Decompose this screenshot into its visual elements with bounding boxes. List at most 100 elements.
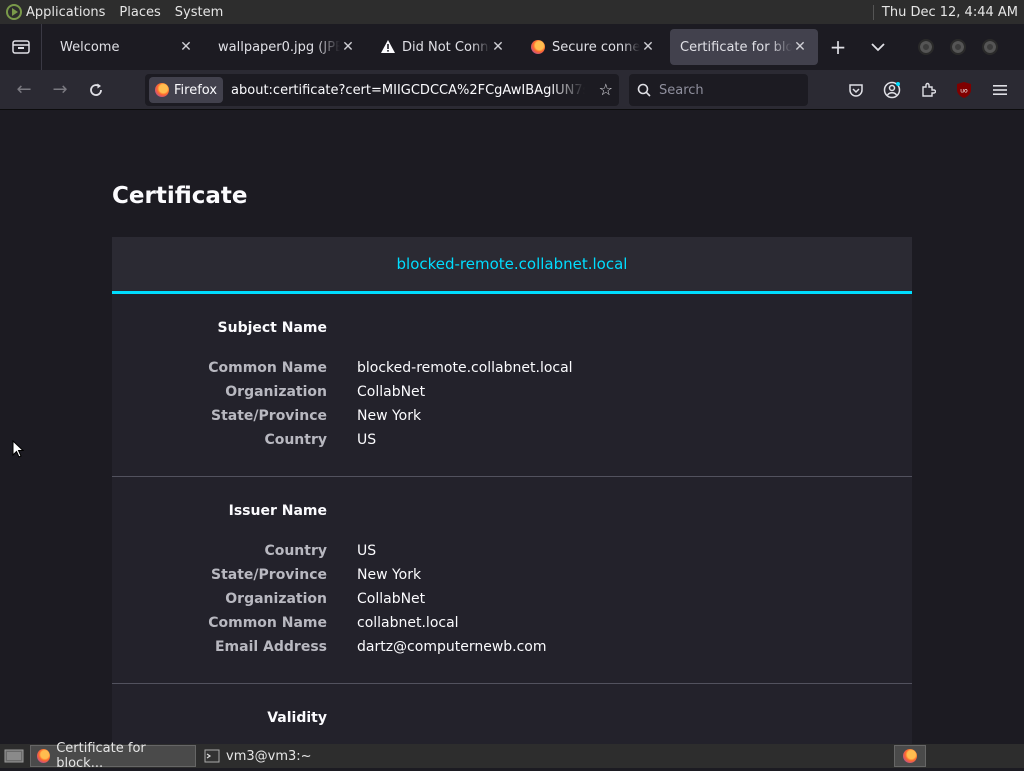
tab-secure-connection[interactable]: Secure connection ✕ (520, 29, 666, 65)
navigation-toolbar: ← → Firefox about:certificate?cert=MIIGC… (0, 70, 1024, 110)
maximize-button[interactable] (950, 39, 966, 55)
info-row: State/Province New York (112, 404, 912, 428)
close-icon[interactable]: ✕ (640, 39, 656, 55)
info-key: State/Province (211, 567, 327, 583)
tab-did-not-connect[interactable]: Did Not Connect ✕ (370, 29, 516, 65)
page-title: Certificate (112, 183, 248, 209)
identity-label: Firefox (174, 82, 218, 98)
forward-button[interactable]: → (42, 74, 78, 106)
info-key: Country (264, 432, 327, 448)
firefox-view-button[interactable] (0, 24, 42, 70)
validity-section: Validity (112, 684, 912, 744)
places-menu-label: Places (119, 4, 161, 20)
taskbar-item-terminal[interactable]: vm3@vm3:~ (198, 745, 318, 767)
tab-certificate-subject[interactable]: blocked-remote.collabnet.local (112, 237, 912, 294)
system-menu-label: System (174, 4, 224, 20)
info-key: Organization (225, 384, 327, 400)
info-row: Organization CollabNet (112, 380, 912, 404)
terminal-icon (204, 749, 220, 763)
certificate-card: blocked-remote.collabnet.local Subject N… (112, 237, 912, 744)
info-key: Organization (225, 591, 327, 607)
hamburger-icon (993, 85, 1007, 95)
info-value: CollabNet (357, 384, 426, 400)
pocket-button[interactable] (844, 78, 868, 102)
pocket-icon (849, 84, 863, 97)
firefox-view-icon (11, 40, 30, 54)
ublock-button[interactable]: uo (952, 78, 976, 102)
ublock-icon: uo (957, 82, 971, 98)
info-key: Common Name (208, 360, 327, 376)
info-key: Common Name (208, 615, 327, 631)
puzzle-icon (922, 82, 936, 97)
reload-button[interactable] (78, 74, 114, 106)
validity-heading: Validity (267, 710, 327, 726)
bookmark-star-icon[interactable]: ☆ (599, 80, 613, 99)
svg-text:uo: uo (960, 88, 968, 95)
info-value: US (357, 543, 377, 559)
info-value: CollabNet (357, 591, 426, 607)
tab-label: Secure connection (552, 39, 640, 55)
info-value: collabnet.local (357, 615, 459, 631)
arrow-left-icon: ← (16, 79, 32, 100)
back-button[interactable]: ← (6, 74, 42, 106)
close-icon[interactable]: ✕ (490, 39, 506, 55)
account-icon (883, 81, 901, 99)
info-value: dartz@computernewb.com (357, 639, 547, 655)
clock[interactable]: Thu Dec 12, 4:44 AM (872, 4, 1024, 20)
desktop-icon (4, 749, 24, 763)
close-icon[interactable]: ✕ (340, 39, 356, 55)
url-bar[interactable]: Firefox about:certificate?cert=MIIGCDCCA… (145, 74, 619, 106)
info-value: US (357, 432, 377, 448)
account-button[interactable] (880, 78, 904, 102)
subject-name-section: Subject Name Common Name blocked-remote.c… (112, 294, 912, 477)
tab-bar: Welcome ✕ wallpaper0.jpg (JPEG ✕ Did Not… (0, 24, 1024, 70)
identity-box[interactable]: Firefox (149, 77, 224, 103)
info-value: New York (357, 408, 422, 424)
url-input[interactable]: about:certificate?cert=MIIGCDCCA%2FCgAwI… (231, 83, 585, 98)
places-menu[interactable]: Places (113, 5, 168, 20)
firefox-icon (37, 749, 51, 763)
distro-logo-icon (6, 4, 22, 20)
system-menu[interactable]: System (169, 5, 231, 20)
info-row: Common Name blocked-remote.collabnet.loca… (112, 356, 912, 380)
extensions-button[interactable] (916, 78, 940, 102)
search-input[interactable]: Search (629, 74, 808, 106)
issuer-name-section: Issuer Name Country US State/Province New … (112, 477, 912, 684)
close-window-button[interactable] (982, 39, 998, 55)
info-row: State/Province New York (112, 563, 912, 587)
page-content: Certificate blocked-remote.collabnet.loc… (0, 111, 1024, 744)
firefox-icon (155, 83, 169, 97)
tab-certificate[interactable]: Certificate for blocked ✕ (670, 29, 818, 65)
minimize-button[interactable] (918, 39, 934, 55)
info-value: New York (357, 567, 422, 583)
applications-menu[interactable]: Applications (0, 4, 113, 20)
arrow-right-icon: → (52, 79, 68, 100)
info-row: Organization CollabNet (112, 587, 912, 611)
issuer-name-heading: Issuer Name (228, 503, 327, 519)
info-row: Email Address dartz@computernewb.com (112, 635, 912, 659)
mouse-cursor-icon (12, 440, 24, 458)
tab-wallpaper[interactable]: wallpaper0.jpg (JPEG ✕ (208, 29, 366, 65)
list-all-tabs-button[interactable] (858, 24, 898, 70)
chevron-down-icon (871, 43, 885, 52)
info-value: blocked-remote.collabnet.local (357, 360, 573, 376)
taskbar-item-firefox[interactable]: Certificate for block... (30, 741, 196, 771)
tab-welcome[interactable]: Welcome ✕ (50, 29, 204, 65)
new-tab-button[interactable]: + (818, 24, 858, 70)
info-key: Email Address (214, 639, 327, 655)
bottom-taskbar: Certificate for block... vm3@vm3:~ (0, 741, 1024, 771)
info-row: Country US (112, 539, 912, 563)
menu-button[interactable] (988, 78, 1012, 102)
top-panel: Applications Places System Thu Dec 12, 4… (0, 0, 1024, 24)
search-placeholder: Search (659, 82, 704, 98)
close-icon[interactable]: ✕ (178, 39, 194, 55)
applications-menu-label: Applications (26, 4, 106, 20)
info-row: Country US (112, 428, 912, 452)
show-desktop-button[interactable] (0, 745, 28, 767)
subject-name-heading: Subject Name (217, 320, 327, 336)
reload-icon (90, 83, 102, 96)
close-icon[interactable]: ✕ (792, 39, 808, 55)
info-key: Country (264, 543, 327, 559)
firefox-icon (903, 749, 917, 763)
workspace-switcher[interactable] (894, 745, 926, 767)
